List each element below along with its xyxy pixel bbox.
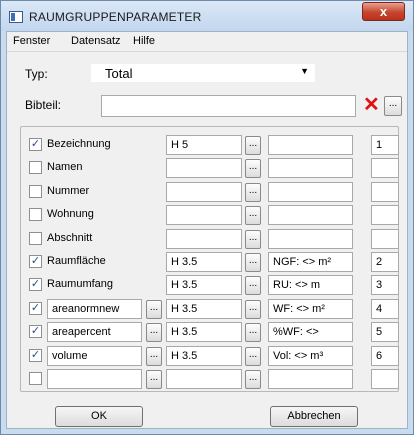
row-label: Namen — [47, 161, 83, 173]
row-checkbox[interactable]: ✓ — [29, 138, 42, 151]
menu-hilfe[interactable]: Hilfe — [133, 35, 155, 47]
row-checkbox[interactable] — [29, 185, 42, 198]
row-number-input[interactable]: 4 — [371, 299, 399, 319]
row-format-browse-button[interactable]: ... — [245, 159, 261, 178]
row-unit-input[interactable]: NGF: <> m² — [268, 252, 353, 272]
delete-icon[interactable]: ✕ — [363, 95, 380, 115]
bibteil-browse-button[interactable]: ... — [384, 96, 402, 116]
row-format-browse-button[interactable]: ... — [245, 347, 261, 366]
row-number-input[interactable]: 6 — [371, 346, 399, 366]
row-format-browse-button[interactable]: ... — [245, 230, 261, 249]
typ-label: Typ: — [25, 67, 48, 81]
row-format-input[interactable] — [166, 158, 242, 178]
row-number-input[interactable] — [371, 369, 399, 389]
row-checkbox[interactable]: ✓ — [29, 278, 42, 291]
row-label: Bezeichnung — [47, 138, 111, 150]
row-checkbox[interactable] — [29, 372, 42, 385]
close-button[interactable]: x — [362, 2, 405, 21]
row-checkbox[interactable] — [29, 161, 42, 174]
row-checkbox[interactable]: ✓ — [29, 349, 42, 362]
row-number-input[interactable]: 3 — [371, 275, 399, 295]
row-format-input[interactable] — [166, 205, 242, 225]
row-unit-input[interactable] — [268, 158, 353, 178]
row-unit-input[interactable]: RU: <> m — [268, 275, 353, 295]
row-format-browse-button[interactable]: ... — [245, 183, 261, 202]
bibteil-label: Bibteil: — [25, 98, 62, 112]
row-unit-input[interactable] — [268, 205, 353, 225]
row-format-browse-button[interactable]: ... — [245, 300, 261, 319]
row-name-input[interactable] — [47, 369, 142, 389]
row-format-input[interactable]: H 5 — [166, 135, 242, 155]
row-format-input[interactable] — [166, 182, 242, 202]
row-name-input[interactable]: areanormnew — [47, 299, 142, 319]
row-unit-input[interactable]: WF: <> m² — [268, 299, 353, 319]
row-format-input[interactable]: H 3.5 — [166, 299, 242, 319]
row-number-input[interactable] — [371, 229, 399, 249]
row-label: Wohnung — [47, 208, 94, 220]
row-checkbox[interactable]: ✓ — [29, 325, 42, 338]
row-format-browse-button[interactable]: ... — [245, 206, 261, 225]
menu-datensatz[interactable]: Datensatz — [71, 35, 121, 47]
row-unit-input[interactable] — [268, 135, 353, 155]
bibteil-input[interactable] — [101, 95, 356, 117]
dialog-window: RAUMGRUPPENPARAMETER x Fenster Datensatz… — [0, 0, 414, 435]
row-number-input[interactable] — [371, 182, 399, 202]
window-title: RAUMGRUPPENPARAMETER — [29, 10, 202, 24]
row-format-input[interactable] — [166, 229, 242, 249]
row-name-input[interactable]: volume — [47, 346, 142, 366]
typ-select[interactable]: Total ▼ — [90, 63, 316, 83]
row-checkbox[interactable] — [29, 232, 42, 245]
row-unit-input[interactable]: %WF: <> — [268, 322, 353, 342]
typ-selected-value: Total — [105, 66, 133, 81]
row-number-input[interactable]: 2 — [371, 252, 399, 272]
row-unit-input[interactable] — [268, 229, 353, 249]
row-label: Raumfläche — [47, 255, 106, 267]
menu-fenster[interactable]: Fenster — [13, 35, 50, 47]
row-format-browse-button[interactable]: ... — [245, 370, 261, 389]
row-number-input[interactable] — [371, 158, 399, 178]
row-format-browse-button[interactable]: ... — [245, 253, 261, 272]
row-format-browse-button[interactable]: ... — [245, 323, 261, 342]
row-format-input[interactable]: H 3.5 — [166, 252, 242, 272]
window-app-icon — [9, 11, 23, 23]
row-format-input[interactable]: H 3.5 — [166, 275, 242, 295]
row-label: Abschnitt — [47, 232, 93, 244]
row-name-browse-button[interactable]: ... — [146, 323, 162, 342]
row-format-input[interactable]: H 3.5 — [166, 322, 242, 342]
row-number-input[interactable]: 5 — [371, 322, 399, 342]
row-checkbox[interactable]: ✓ — [29, 302, 42, 315]
title-bar[interactable]: RAUMGRUPPENPARAMETER x — [1, 1, 413, 31]
row-unit-input[interactable] — [268, 369, 353, 389]
menu-bar: Fenster Datensatz Hilfe — [7, 32, 407, 52]
row-unit-input[interactable] — [268, 182, 353, 202]
row-format-input[interactable]: H 3.5 — [166, 346, 242, 366]
cancel-button[interactable]: Abbrechen — [270, 406, 358, 427]
row-name-browse-button[interactable]: ... — [146, 370, 162, 389]
row-format-browse-button[interactable]: ... — [245, 276, 261, 295]
row-checkbox[interactable] — [29, 208, 42, 221]
row-format-browse-button[interactable]: ... — [245, 136, 261, 155]
row-checkbox[interactable]: ✓ — [29, 255, 42, 268]
row-number-input[interactable] — [371, 205, 399, 225]
row-name-input[interactable]: areapercent — [47, 322, 142, 342]
row-number-input[interactable]: 1 — [371, 135, 399, 155]
row-name-browse-button[interactable]: ... — [146, 300, 162, 319]
ok-button[interactable]: OK — [55, 406, 143, 427]
row-unit-input[interactable]: Vol: <> m³ — [268, 346, 353, 366]
row-label: Nummer — [47, 185, 90, 197]
row-name-browse-button[interactable]: ... — [146, 347, 162, 366]
dropdown-arrow-icon: ▼ — [300, 66, 309, 76]
row-label: Raumumfang — [47, 278, 114, 290]
dialog-client-area: Fenster Datensatz Hilfe Typ: Total ▼ Bib… — [6, 31, 408, 429]
row-format-input[interactable] — [166, 369, 242, 389]
